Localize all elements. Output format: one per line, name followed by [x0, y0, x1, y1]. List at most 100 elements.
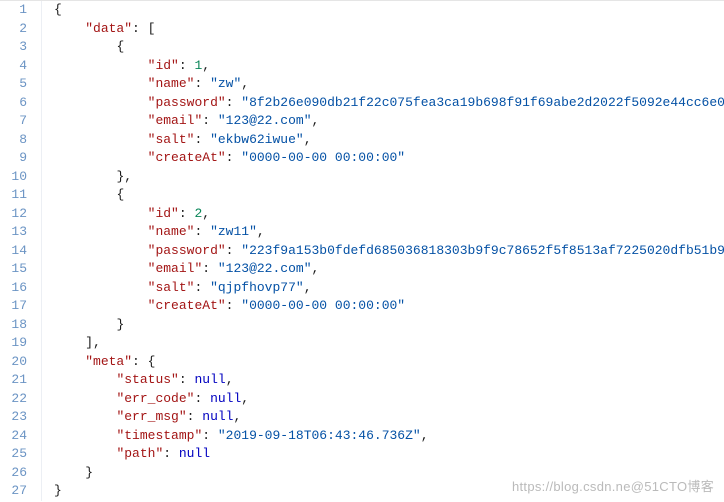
line-number-gutter: 1234567891011121314151617181920212223242…	[0, 1, 42, 501]
json-key: "status"	[116, 372, 178, 387]
brace: {	[116, 39, 124, 54]
line-number: 9	[0, 149, 27, 168]
line-number: 24	[0, 427, 27, 446]
line-number: 19	[0, 334, 27, 353]
line-number: 15	[0, 260, 27, 279]
brace: }	[116, 317, 124, 332]
code-line: }	[54, 316, 724, 335]
code-line: "timestamp": "2019-09-18T06:43:46.736Z",	[54, 427, 724, 446]
line-number: 12	[0, 205, 27, 224]
json-key: "salt"	[148, 132, 195, 147]
code-line: "err_code": null,	[54, 390, 724, 409]
code-line: "email": "123@22.com",	[54, 112, 724, 131]
line-number: 14	[0, 242, 27, 261]
line-number: 20	[0, 353, 27, 372]
line-number: 11	[0, 186, 27, 205]
json-key: "createAt"	[148, 150, 226, 165]
line-number: 7	[0, 112, 27, 131]
code-line: "password": "223f9a153b0fdefd68503681830…	[54, 242, 724, 261]
code-line: "meta": {	[54, 353, 724, 372]
line-number: 22	[0, 390, 27, 409]
code-line: "status": null,	[54, 371, 724, 390]
json-string: "zw"	[210, 76, 241, 91]
json-string: "0000-00-00 00:00:00"	[241, 150, 405, 165]
brace: {	[116, 187, 124, 202]
code-line: "createAt": "0000-00-00 00:00:00"	[54, 297, 724, 316]
line-number: 16	[0, 279, 27, 298]
code-editor: 1234567891011121314151617181920212223242…	[0, 0, 724, 501]
json-string: "0000-00-00 00:00:00"	[241, 298, 405, 313]
json-key: "password"	[148, 95, 226, 110]
json-string: "223f9a153b0fdefd685036818303b9f9c78652f…	[241, 243, 724, 258]
brace: }	[85, 465, 93, 480]
json-key: "email"	[148, 261, 203, 276]
line-number: 21	[0, 371, 27, 390]
json-null: null	[210, 391, 241, 406]
json-key: "id"	[148, 58, 179, 73]
json-null: null	[194, 372, 225, 387]
json-key: "meta"	[85, 354, 132, 369]
line-number: 6	[0, 94, 27, 113]
json-null: null	[202, 409, 233, 424]
line-number: 8	[0, 131, 27, 150]
code-line: "password": "8f2b26e090db21f22c075fea3ca…	[54, 94, 724, 113]
line-number: 2	[0, 20, 27, 39]
line-number: 4	[0, 57, 27, 76]
brace: {	[148, 354, 156, 369]
line-number: 3	[0, 38, 27, 57]
json-key: "createAt"	[148, 298, 226, 313]
json-string: "ekbw62iwue"	[210, 132, 304, 147]
brace: }	[54, 483, 62, 498]
json-key: "name"	[148, 224, 195, 239]
bracket: ]	[85, 335, 93, 350]
code-line: "id": 2,	[54, 205, 724, 224]
code-line: }	[54, 464, 724, 483]
line-number: 23	[0, 408, 27, 427]
line-number: 13	[0, 223, 27, 242]
bracket: [	[148, 21, 156, 36]
json-key: "timestamp"	[116, 428, 202, 443]
code-line: "err_msg": null,	[54, 408, 724, 427]
json-string: "123@22.com"	[218, 113, 312, 128]
json-string: "zw11"	[210, 224, 257, 239]
line-number: 10	[0, 168, 27, 187]
code-line: "path": null	[54, 445, 724, 464]
json-key: "err_code"	[116, 391, 194, 406]
code-line: "createAt": "0000-00-00 00:00:00"	[54, 149, 724, 168]
brace: {	[54, 2, 62, 17]
code-line: ],	[54, 334, 724, 353]
line-number: 17	[0, 297, 27, 316]
line-number: 25	[0, 445, 27, 464]
line-number: 18	[0, 316, 27, 335]
line-number: 5	[0, 75, 27, 94]
code-line: "name": "zw11",	[54, 223, 724, 242]
code-area[interactable]: { "data": [ { "id": 1, "name": "zw", "pa…	[42, 1, 724, 501]
json-string: "8f2b26e090db21f22c075fea3ca19b698f91f69…	[241, 95, 724, 110]
json-key: "id"	[148, 206, 179, 221]
line-number: 27	[0, 482, 27, 501]
json-string: "123@22.com"	[218, 261, 312, 276]
code-line: {	[54, 186, 724, 205]
code-line: "salt": "qjpfhovp77",	[54, 279, 724, 298]
code-line: "email": "123@22.com",	[54, 260, 724, 279]
json-key: "email"	[148, 113, 203, 128]
json-key: "password"	[148, 243, 226, 258]
code-line: "id": 1,	[54, 57, 724, 76]
json-null: null	[179, 446, 210, 461]
code-line: },	[54, 168, 724, 187]
json-key: "salt"	[148, 280, 195, 295]
line-number: 26	[0, 464, 27, 483]
code-line: {	[54, 38, 724, 57]
code-line: "data": [	[54, 20, 724, 39]
code-line: "name": "zw",	[54, 75, 724, 94]
code-line: {	[54, 1, 724, 20]
json-key: "data"	[85, 21, 132, 36]
json-string: "qjpfhovp77"	[210, 280, 304, 295]
json-string: "2019-09-18T06:43:46.736Z"	[218, 428, 421, 443]
json-key: "name"	[148, 76, 195, 91]
json-key: "path"	[116, 446, 163, 461]
code-line: }	[54, 482, 724, 501]
json-key: "err_msg"	[116, 409, 186, 424]
code-line: "salt": "ekbw62iwue",	[54, 131, 724, 150]
line-number: 1	[0, 1, 27, 20]
